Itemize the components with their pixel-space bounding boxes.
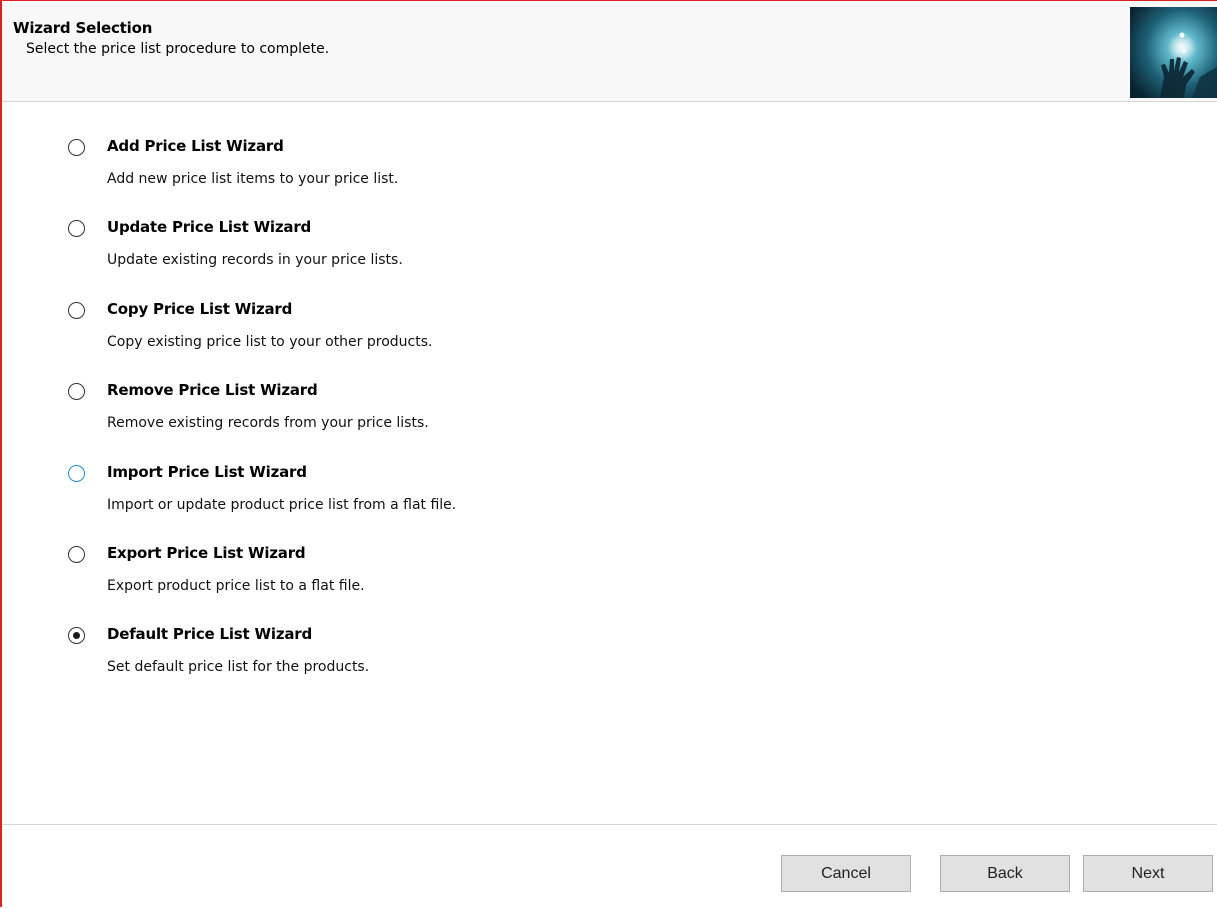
option-title[interactable]: Remove Price List Wizard <box>107 381 318 399</box>
option-description: Export product price list to a flat file… <box>107 577 365 594</box>
option-title[interactable]: Add Price List Wizard <box>107 137 284 155</box>
radio-update-price-list[interactable] <box>68 220 85 238</box>
radio-import-price-list[interactable] <box>68 464 85 482</box>
option-description: Import or update product price list from… <box>107 496 457 513</box>
radio-copy-price-list[interactable] <box>68 301 85 319</box>
cancel-button[interactable]: Cancel <box>781 855 911 892</box>
option-title[interactable]: Update Price List Wizard <box>107 218 311 236</box>
option-description: Remove existing records from your price … <box>107 415 429 432</box>
radio-export-price-list[interactable] <box>68 545 85 563</box>
back-button[interactable]: Back <box>940 855 1070 892</box>
next-button[interactable]: Next <box>1083 855 1213 892</box>
option-description: Set default price list for the products. <box>107 659 370 676</box>
option-description: Add new price list items to your price l… <box>107 171 399 187</box>
option-description: Update existing records in your price li… <box>107 252 403 269</box>
option-description: Copy existing price list to your other p… <box>107 333 433 350</box>
radio-default-price-list[interactable] <box>68 627 85 645</box>
wizard-footer: Cancel Back Next <box>2 824 1217 909</box>
glowing-hand-image <box>1130 7 1217 98</box>
radio-remove-price-list[interactable] <box>68 383 85 401</box>
wizard-header: Wizard Selection Select the price list p… <box>2 1 1217 102</box>
option-title[interactable]: Import Price List Wizard <box>107 463 307 481</box>
page-title: Wizard Selection <box>13 19 153 37</box>
radio-add-price-list[interactable] <box>68 139 85 156</box>
page-subtitle: Select the price list procedure to compl… <box>26 41 330 57</box>
option-title[interactable]: Export Price List Wizard <box>107 544 306 562</box>
option-title[interactable]: Copy Price List Wizard <box>107 300 292 318</box>
wizard-window: Wizard Selection Select the price list p… <box>0 0 1217 909</box>
option-title[interactable]: Default Price List Wizard <box>107 625 312 643</box>
